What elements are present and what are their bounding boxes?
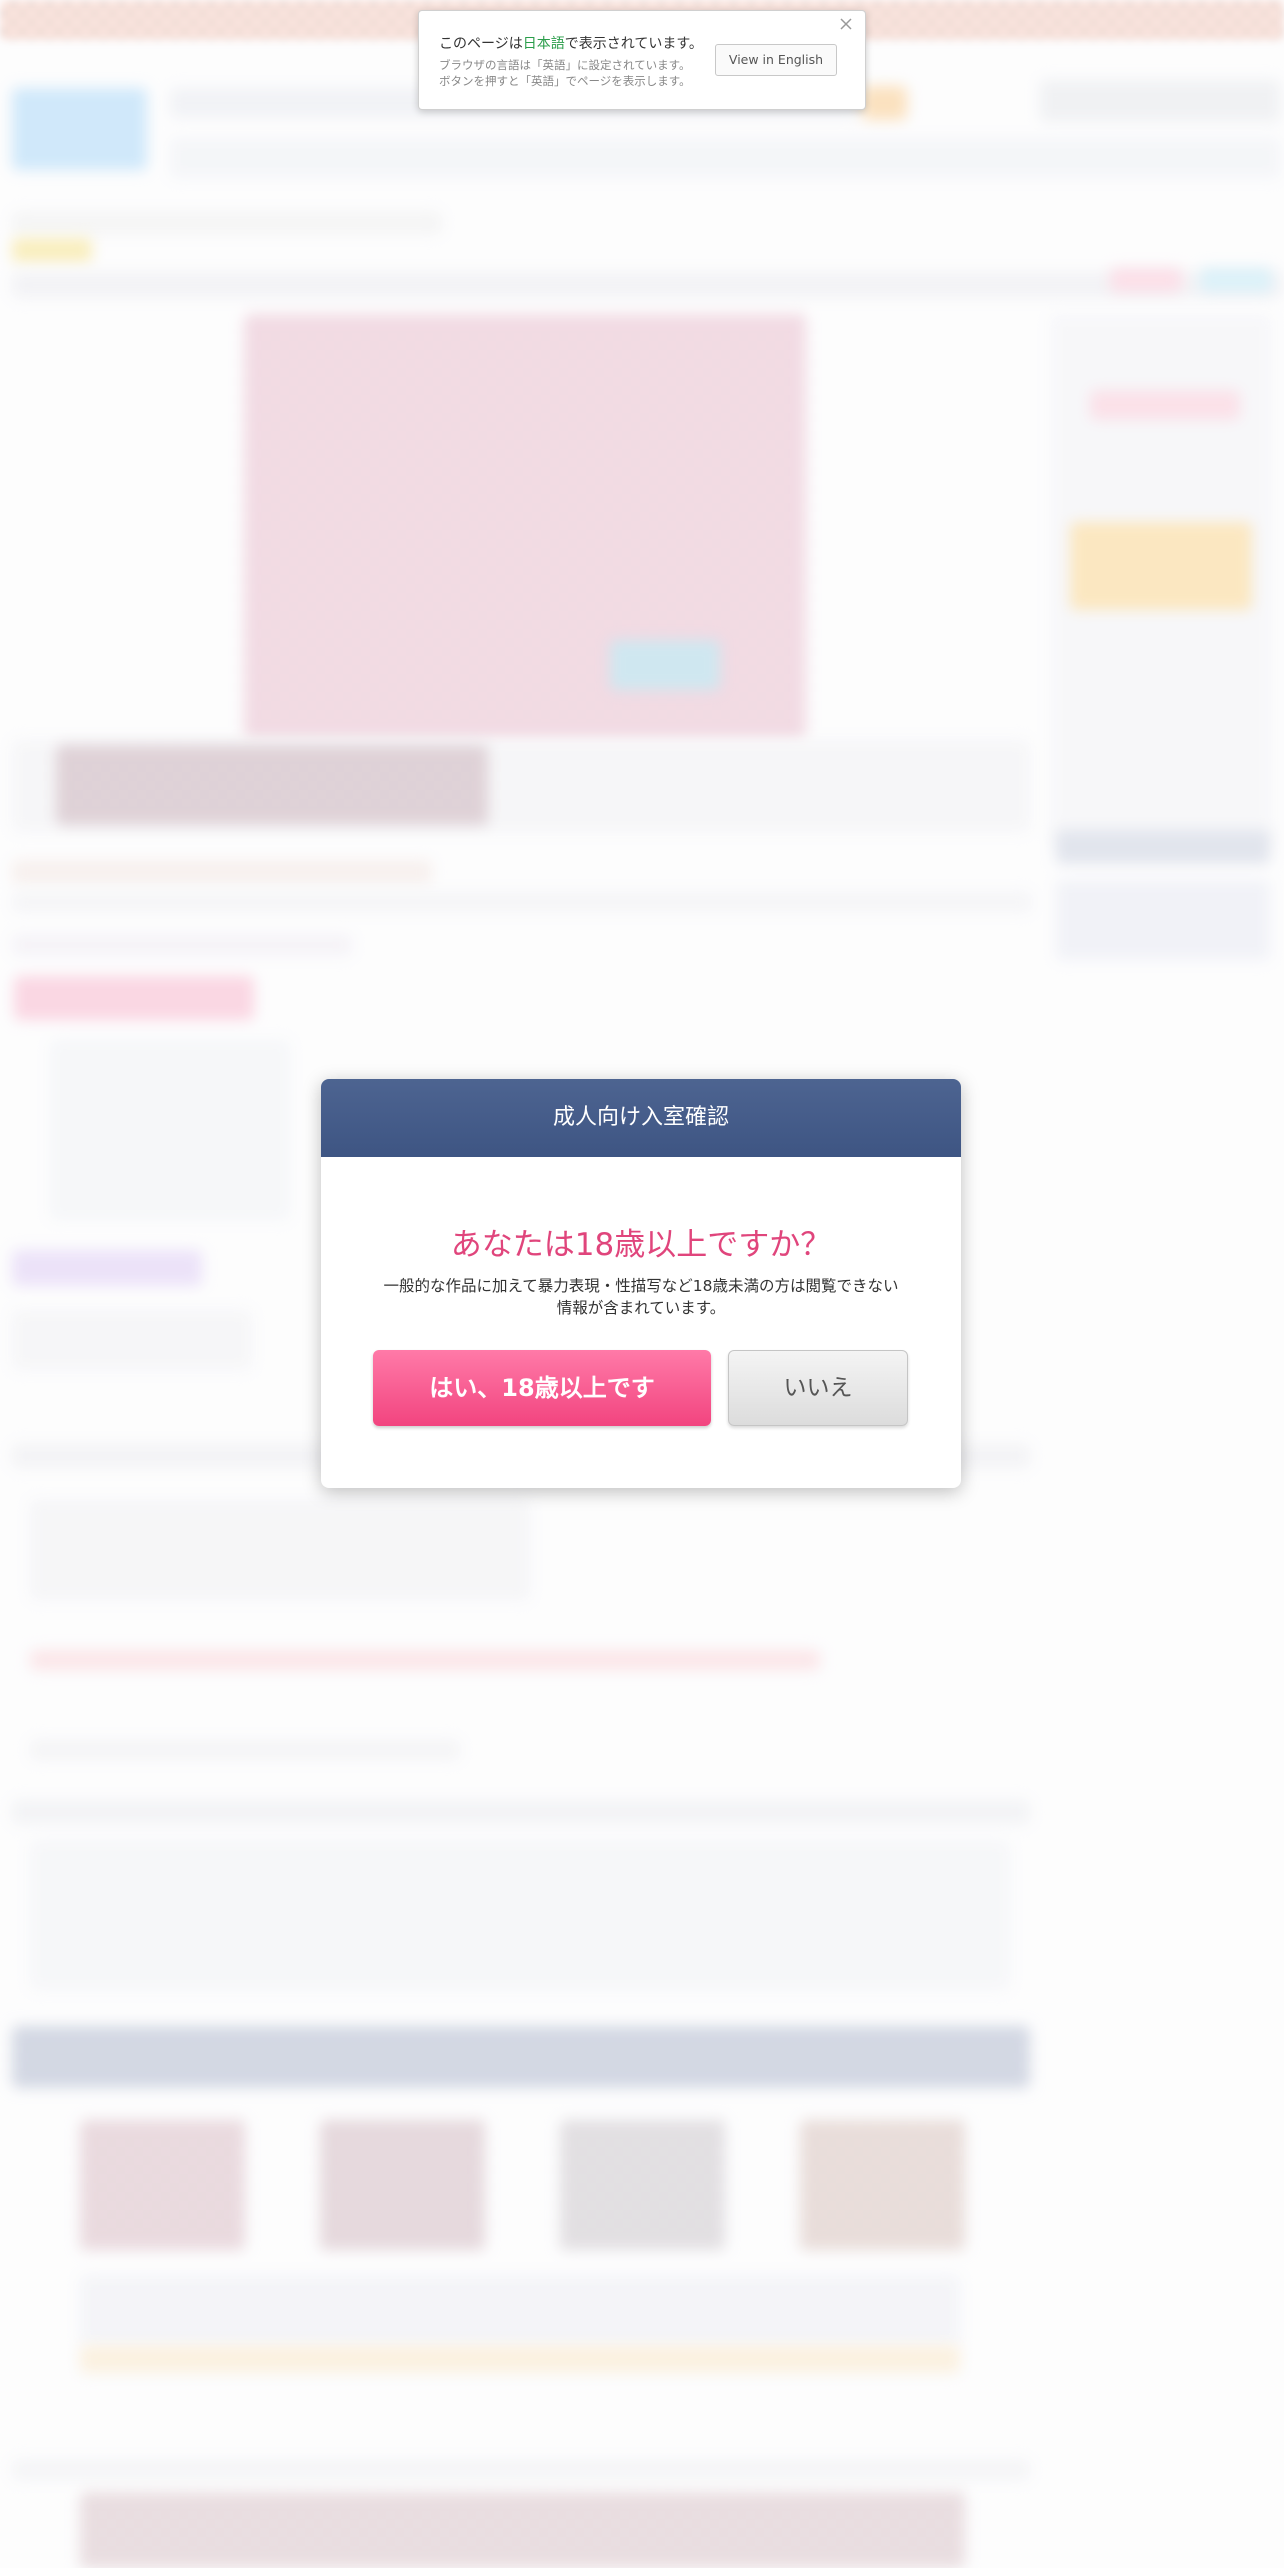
- age-confirmation-modal: 成人向け入室確認 あなたは18歳以上ですか？ 一般的な作品に加えて暴力表現・性描…: [321, 1079, 961, 1488]
- language-notice-subtext: ブラウザの言語は「英語」に設定されています。 ボタンを押すと「英語」でページを表…: [439, 57, 691, 89]
- modal-title: 成人向け入室確認: [321, 1079, 961, 1157]
- yes-over-18-button[interactable]: はい、18歳以上です: [373, 1350, 711, 1426]
- language-notice-suffix: で表示されています。: [564, 36, 703, 52]
- no-button[interactable]: いいえ: [728, 1350, 908, 1426]
- age-description: 一般的な作品に加えて暴力表現・性描写など18歳未満の方は閲覧できない情報が含まれ…: [383, 1277, 899, 1317]
- language-notice-popup: このページは日本語で表示されています。 ブラウザの言語は「英語」に設定されていま…: [418, 10, 866, 110]
- language-notice-prefix: このページは: [439, 36, 523, 52]
- close-icon[interactable]: [839, 15, 853, 36]
- view-in-english-button[interactable]: View in English: [715, 44, 837, 76]
- language-name: 日本語: [522, 36, 565, 52]
- language-notice-line3: ボタンを押すと「英語」でページを表示します。: [439, 74, 691, 88]
- age-question: あなたは18歳以上ですか？: [450, 1227, 832, 1263]
- language-notice-text: このページは日本語で表示されています。: [439, 33, 703, 53]
- language-notice-line2: ブラウザの言語は「英語」に設定されています。: [439, 58, 691, 72]
